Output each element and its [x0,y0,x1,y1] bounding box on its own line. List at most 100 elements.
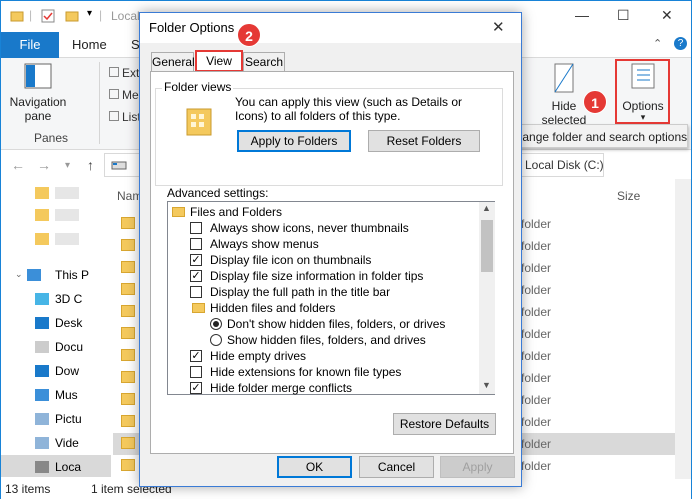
setting-hide-merge-conflicts[interactable]: ✓ Hide folder merge conflicts [190,380,352,396]
recent-dropdown-icon[interactable]: ▾ [65,160,70,171]
blurred-label-2 [55,209,79,221]
tree-group-hidden-files: Hidden files and folders [190,300,335,316]
dialog-titlebar: Folder Options ✕ [140,13,521,43]
address-text: Local Disk (C:) [525,158,604,172]
documents-icon [35,341,49,353]
apply-to-folders-button[interactable]: Apply to Folders [237,130,351,152]
up-arrow-icon[interactable]: ↑ [87,157,94,173]
nav-item-local-disk[interactable]: Loca [55,460,81,474]
nav-item-pictures[interactable]: Pictu [55,412,82,426]
setting-always-show-menus[interactable]: Always show menus [190,236,319,252]
change-folder-options-label: Change folder and search options [507,130,688,144]
tab-general[interactable]: General [151,52,195,71]
ok-button[interactable]: OK [277,456,352,478]
nav-item-3d-objects[interactable]: 3D C [55,292,82,306]
checkbox[interactable] [190,238,202,250]
maximize-icon[interactable]: ☐ [617,7,630,24]
folder-views-description: You can apply this view (such as Details… [235,95,463,123]
downloads-icon [35,365,49,377]
restore-defaults-button[interactable]: Restore Defaults [393,413,496,435]
quick-folder-icon-3[interactable] [35,233,49,245]
ribbon-separator [99,62,100,144]
qa-divider-2: | [99,8,103,22]
checkbox-checked[interactable]: ✓ [190,254,202,266]
setting-hide-extensions[interactable]: Hide extensions for known file types [190,364,401,380]
radio-dont-show-hidden[interactable]: Don't show hidden files, folders, or dri… [210,316,445,332]
qa-divider: | [29,8,33,22]
explorer-app-icon [10,11,24,22]
file-type: folder [521,283,552,297]
quick-folder-icon-1[interactable] [35,187,49,199]
radio[interactable] [210,334,222,346]
navigation-pane-button[interactable]: Navigation pane [7,62,69,123]
this-pc-icon [27,269,41,281]
nav-item-documents[interactable]: Docu [55,340,83,354]
setting-label: Display file size information in folder … [210,269,424,283]
quick-folder-icon-2[interactable] [35,209,49,221]
checkbox[interactable] [190,222,202,234]
step-marker-2: 2 [237,23,261,47]
scroll-down-icon[interactable]: ▼ [482,380,491,390]
checkbox-checked[interactable]: ✓ [190,382,202,394]
nav-item-downloads[interactable]: Dow [55,364,79,378]
3d-objects-icon [35,293,49,305]
tree-scrollbar[interactable]: ▲ ▼ [479,202,495,394]
scroll-thumb[interactable] [481,220,493,272]
file-type: folder [521,305,552,319]
forward-arrow-icon[interactable]: → [37,157,51,173]
new-folder-icon[interactable] [65,9,79,23]
hide-selected-icon [554,63,574,93]
step-marker-1: 1 [583,90,607,114]
layout-item-3[interactable]: List [109,110,141,124]
file-type: folder [521,349,552,363]
setting-label: Hide empty drives [210,349,307,363]
apply-button[interactable]: Apply [440,456,515,478]
setting-hide-empty-drives[interactable]: ✓ Hide empty drives [190,348,306,364]
file-type: folder [521,239,552,253]
qa-dropdown-icon[interactable]: ▾ [87,8,92,19]
folder-views-legend: Folder views [162,80,234,94]
setting-always-show-icons[interactable]: Always show icons, never thumbnails [190,220,409,236]
nav-item-videos[interactable]: Vide [55,436,79,450]
scroll-up-icon[interactable]: ▲ [482,203,491,213]
setting-display-full-path[interactable]: Display the full path in the title bar [190,284,390,300]
tab-view[interactable]: View [195,50,243,72]
checkbox[interactable] [190,286,202,298]
layout-item-2[interactable]: Me [109,88,139,102]
tab-home[interactable]: Home [72,32,107,58]
layout-item-1[interactable]: Ext [109,66,139,80]
file-list-scrollbar[interactable] [675,179,691,479]
properties-icon[interactable] [41,9,55,23]
radio-show-hidden[interactable]: Show hidden files, folders, and drives [210,332,426,348]
checkbox-checked[interactable]: ✓ [190,350,202,362]
checkbox-checked[interactable]: ✓ [190,270,202,282]
nav-item-this-pc[interactable]: This P [55,268,89,282]
nav-item-music[interactable]: Mus [55,388,78,402]
folder-icon [121,349,135,361]
cancel-button[interactable]: Cancel [359,456,434,478]
nav-item-desktop[interactable]: Desk [55,316,82,330]
file-type: folder [521,327,552,341]
setting-label: Always show icons, never thumbnails [210,221,409,235]
folder-icon [121,393,135,405]
checkbox[interactable] [190,366,202,378]
help-icon[interactable]: ? [674,37,687,50]
close-icon[interactable]: ✕ [661,7,673,24]
column-header-size[interactable]: Size [617,189,640,203]
minimize-icon[interactable]: — [575,7,589,23]
chevron-down-icon[interactable]: ⌄ [15,269,23,280]
setting-display-file-size[interactable]: ✓ Display file size information in folde… [190,268,423,284]
setting-label: Display the full path in the title bar [210,285,391,299]
radio-selected[interactable] [210,318,222,330]
back-arrow-icon[interactable]: ← [11,157,25,173]
folder-icon [121,217,135,229]
reset-folders-button[interactable]: Reset Folders [368,130,480,152]
folder-icon [121,415,135,427]
advanced-settings-tree[interactable]: Files and Folders Always show icons, nev… [167,201,495,395]
chevron-up-icon[interactable]: ⌃ [653,37,662,50]
tab-file[interactable]: File [1,32,59,58]
setting-display-file-icon[interactable]: ✓ Display file icon on thumbnails [190,252,371,268]
dialog-close-icon[interactable]: ✕ [492,18,505,36]
tab-search[interactable]: Search [243,52,285,71]
status-item-count: 13 items [5,482,51,496]
